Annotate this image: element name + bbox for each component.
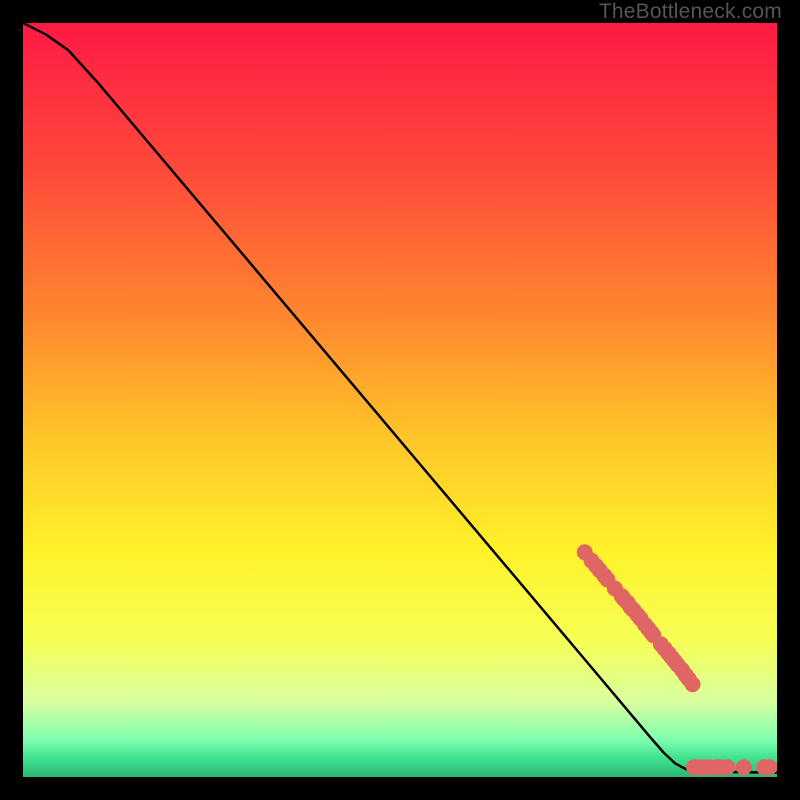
data-point xyxy=(736,759,752,775)
chart-svg xyxy=(23,23,777,777)
data-point xyxy=(719,759,735,775)
gradient-background xyxy=(23,23,777,777)
data-point xyxy=(685,676,701,692)
chart-area xyxy=(23,23,777,777)
watermark-text: TheBottleneck.com xyxy=(599,0,782,24)
chart-container: TheBottleneck.com xyxy=(0,0,800,800)
data-point xyxy=(761,759,777,775)
